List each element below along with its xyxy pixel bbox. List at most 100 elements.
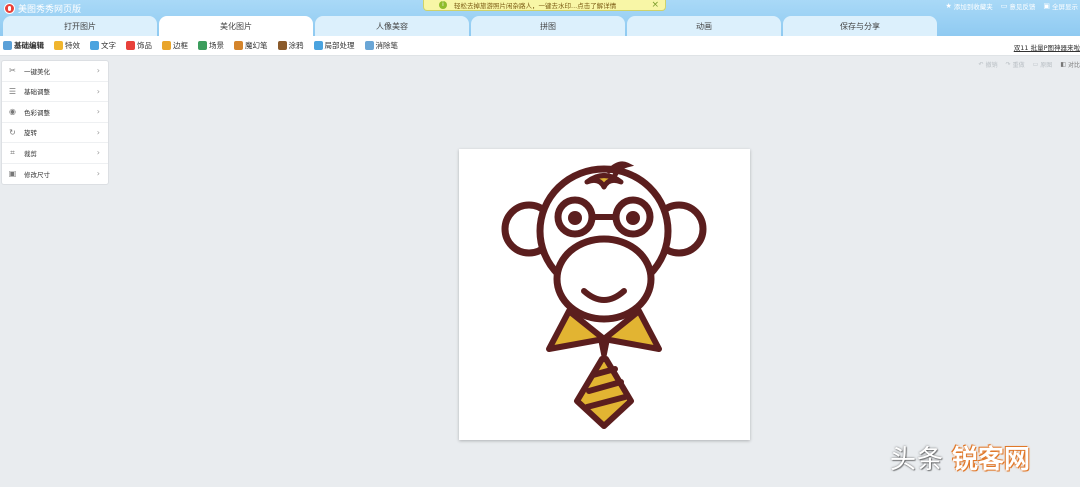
chevron-right-icon: › — [96, 107, 100, 116]
feedback-link[interactable]: ▭ 意见反馈 — [1001, 1, 1036, 11]
tab-collage[interactable]: 拼图 — [471, 16, 625, 36]
top-links: ★ 添加到收藏夹 ▭ 意见反馈 ▣ 全屏显示 — [945, 1, 1078, 11]
add-favorite-label: 添加到收藏夹 — [953, 3, 993, 11]
rotate-icon: ↻ — [9, 127, 16, 137]
tool-doodle[interactable]: 涂鸦 — [277, 40, 304, 51]
tool-label: 特效 — [65, 41, 80, 50]
panel-item-resize[interactable]: ▣ 修改尺寸 › — [2, 164, 108, 185]
info-icon: i — [439, 1, 447, 9]
chevron-right-icon: › — [96, 127, 100, 137]
redo-icon: ↷ — [1005, 61, 1011, 68]
panel-item-label: 修改尺寸 — [24, 170, 50, 179]
promo-link[interactable]: 双11 批量P图神器来啦 — [1014, 42, 1080, 52]
tool-label: 局部处理 — [324, 41, 355, 50]
tool-label: 文字 — [101, 41, 116, 50]
compare-label: 对比 — [1067, 62, 1080, 69]
edit-icon — [3, 41, 12, 50]
tool-magic-pen[interactable]: 魔幻笔 — [234, 40, 268, 51]
redo-label: 重做 — [1012, 62, 1025, 69]
panel-item-label: 一键美化 — [24, 67, 50, 76]
watermark-text-2: 锐客网 — [952, 444, 1031, 475]
tool-accessories[interactable]: 饰品 — [126, 40, 152, 51]
tab-beautify-image[interactable]: 美化图片 — [159, 16, 313, 36]
panel-item-basic-adjust[interactable]: ☰ 基础调整 › — [2, 82, 108, 102]
panel-item-auto-beautify[interactable]: ✂ 一键美化 › — [2, 61, 108, 82]
panel-item-rotate[interactable]: ↻ 旋转 › — [2, 123, 108, 143]
monkey-logo-image — [501, 161, 707, 429]
panel-item-label: 基础调整 — [24, 88, 50, 97]
original-button[interactable]: ▭ 原图 — [1033, 60, 1053, 69]
tool-label: 场景 — [209, 41, 224, 50]
original-icon: ▭ — [1032, 61, 1039, 68]
panel-item-color-adjust[interactable]: ◉ 色彩调整 › — [2, 102, 108, 123]
tab-open-image[interactable]: 打开图片 — [3, 16, 157, 36]
panel-item-label: 色彩调整 — [24, 108, 50, 117]
original-label: 原图 — [1040, 62, 1053, 69]
tab-portrait[interactable]: 人像美容 — [315, 16, 469, 36]
eraser-icon — [364, 41, 374, 50]
resize-icon: ▣ — [8, 169, 17, 179]
tool-label: 消除笔 — [375, 41, 399, 50]
main-tabs: 打开图片 美化图片 人像美容 拼图 动画 保存与分享 — [3, 16, 937, 36]
redo-button[interactable]: ↷ 重做 — [1006, 60, 1025, 69]
tool-partial[interactable]: 局部处理 — [313, 40, 355, 51]
tab-save-share[interactable]: 保存与分享 — [783, 16, 937, 36]
tool-text[interactable]: 文字 — [90, 40, 116, 51]
fullscreen-link[interactable]: ▣ 全屏显示 — [1043, 1, 1078, 11]
fullscreen-label: 全屏显示 — [1052, 3, 1078, 11]
compare-button[interactable]: ◧ 对比 — [1060, 60, 1080, 69]
chevron-right-icon: › — [96, 86, 100, 96]
watermark: 头条 锐客网 — [890, 439, 1030, 475]
app-logo[interactable]: 美图秀秀网页版 — [4, 2, 81, 15]
tool-label: 魔幻笔 — [245, 41, 268, 50]
sliders-icon: ☰ — [8, 86, 17, 96]
tool-label: 基础编辑 — [14, 41, 44, 50]
wand-icon: ✂ — [9, 66, 16, 76]
palette-icon: ◉ — [9, 107, 16, 117]
fullscreen-icon: ▣ — [1043, 2, 1050, 10]
notice-banner[interactable]: i 轻松去掉旅游照片闲杂路人，一键去水印...点击了解详情 × — [423, 0, 666, 11]
meitu-logo-icon — [4, 3, 15, 14]
scene-icon — [198, 41, 207, 50]
top-bar: 美图秀秀网页版 i 轻松去掉旅游照片闲杂路人，一键去水印...点击了解详情 × … — [0, 0, 1080, 36]
magic-pen-icon — [234, 41, 243, 50]
basic-edit-panel: ✂ 一键美化 › ☰ 基础调整 › ◉ 色彩调整 › ↻ 旋转 › ⌗ 裁剪 ›… — [1, 60, 109, 185]
tool-frames[interactable]: 边框 — [162, 40, 188, 51]
compare-icon: ◧ — [1060, 61, 1066, 68]
chevron-right-icon: › — [96, 168, 100, 178]
star-icon: ★ — [945, 2, 952, 10]
crop-icon: ⌗ — [10, 148, 15, 158]
history-controls: ↶ 撤销 ↷ 重做 ▭ 原图 ◧ 对比 — [979, 60, 1080, 69]
partial-icon — [313, 41, 323, 50]
chevron-right-icon: › — [96, 66, 100, 75]
tool-label: 边框 — [173, 41, 188, 50]
tool-label: 涂鸦 — [288, 41, 304, 50]
panel-item-label: 裁剪 — [24, 149, 37, 158]
add-favorite-link[interactable]: ★ 添加到收藏夹 — [945, 1, 992, 11]
undo-button[interactable]: ↶ 撤销 — [979, 60, 998, 69]
notice-text[interactable]: 轻松去掉旅游照片闲杂路人，一键去水印...点击了解详情 — [454, 0, 616, 10]
undo-icon: ↶ — [978, 61, 984, 68]
panel-item-crop[interactable]: ⌗ 裁剪 › — [2, 143, 108, 164]
undo-label: 撤销 — [985, 62, 998, 69]
feedback-label: 意见反馈 — [1009, 3, 1036, 11]
tool-basic-edit[interactable]: 基础编辑 — [3, 40, 44, 51]
image-canvas[interactable] — [459, 149, 750, 440]
watermark-text-1: 头条 — [890, 444, 945, 475]
app-title: 美图秀秀网页版 — [18, 5, 82, 15]
chevron-right-icon: › — [96, 148, 100, 157]
tool-eraser[interactable]: 消除笔 — [364, 40, 399, 51]
close-icon[interactable]: × — [651, 0, 659, 10]
panel-item-label: 旋转 — [24, 129, 37, 138]
tool-effects[interactable]: 特效 — [54, 40, 80, 51]
tool-label: 饰品 — [137, 41, 152, 50]
tab-animation[interactable]: 动画 — [627, 16, 781, 36]
tool-scenes[interactable]: 场景 — [198, 40, 224, 51]
feedback-icon: ▭ — [1000, 2, 1008, 10]
bow-icon — [126, 41, 135, 50]
brush-icon — [277, 41, 287, 50]
frame-icon — [162, 41, 171, 50]
wand-icon — [54, 41, 63, 50]
tool-bar: 基础编辑 特效 文字 饰品 边框 场景 魔幻笔 涂鸦 局部处理 消除笔 双11 … — [0, 36, 1080, 56]
text-icon — [90, 41, 99, 50]
